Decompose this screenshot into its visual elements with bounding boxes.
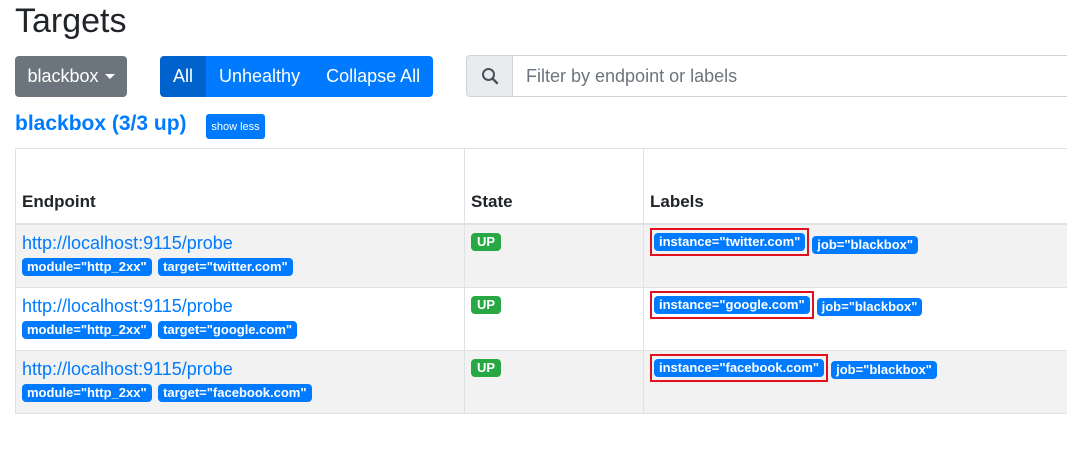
state-cell: UP: [464, 349, 644, 414]
caret-down-icon: [104, 74, 115, 79]
param-badge: module="http_2xx": [22, 383, 152, 402]
label-badge: instance="google.com": [654, 295, 810, 314]
highlight-box: instance="google.com": [650, 290, 814, 319]
label-badge: instance="facebook.com": [654, 358, 825, 377]
labels-cell: instance="facebook.com" job="blackbox": [643, 349, 1067, 414]
param-badge: module="http_2xx": [22, 258, 152, 276]
param-badge: target="google.com": [158, 320, 298, 339]
job-dropdown-label: blackbox: [27, 66, 99, 86]
labels-cell: instance="twitter.com" job="blackbox": [643, 223, 1067, 288]
state-badge: UP: [471, 295, 502, 314]
header-labels: Labels: [643, 148, 1067, 225]
filter-button-group: All Unhealthy Collapse All: [160, 56, 434, 97]
label-badge: job="blackbox": [831, 361, 937, 379]
page-title: Targets: [15, 2, 127, 40]
filter-all-button[interactable]: All: [160, 56, 207, 97]
state-badge: UP: [471, 233, 502, 251]
endpoint-cell: http://localhost:9115/probe module="http…: [15, 286, 465, 351]
endpoint-cell: http://localhost:9115/probe module="http…: [15, 223, 465, 288]
job-dropdown-button[interactable]: blackbox: [15, 56, 127, 97]
endpoint-link[interactable]: http://localhost:9115/probe: [22, 233, 458, 253]
endpoint-cell: http://localhost:9115/probe module="http…: [15, 349, 465, 414]
search-input[interactable]: [512, 55, 1067, 97]
label-badge: job="blackbox": [816, 298, 923, 316]
param-badge: target="facebook.com": [158, 383, 312, 402]
highlight-box: instance="twitter.com": [650, 228, 810, 256]
label-badge: job="blackbox": [812, 235, 919, 254]
header-endpoint: Endpoint: [15, 148, 465, 225]
table-row: http://localhost:9115/probe module="http…: [15, 349, 1067, 414]
param-badge: module="http_2xx": [22, 320, 152, 339]
search-icon: [466, 55, 512, 97]
labels-cell: instance="google.com" job="blackbox": [643, 286, 1067, 351]
show-less-button[interactable]: show less: [206, 114, 265, 139]
param-badge: target="twitter.com": [158, 258, 293, 276]
search-bar: [466, 55, 1067, 97]
filter-unhealthy-button[interactable]: Unhealthy: [206, 56, 314, 97]
targets-table: Endpoint State Labels http://localhost:9…: [15, 148, 1067, 414]
header-state: State: [464, 148, 644, 225]
state-cell: UP: [464, 223, 644, 288]
table-row: http://localhost:9115/probe module="http…: [15, 223, 1067, 288]
endpoint-link[interactable]: http://localhost:9115/probe: [22, 296, 458, 316]
collapse-all-button[interactable]: Collapse All: [313, 56, 434, 97]
state-badge: UP: [471, 358, 502, 377]
target-group-title[interactable]: blackbox (3/3 up): [15, 111, 187, 137]
highlight-box: instance="facebook.com": [650, 353, 829, 382]
endpoint-link[interactable]: http://localhost:9115/probe: [22, 359, 458, 379]
label-badge: instance="twitter.com": [654, 233, 806, 251]
table-row: http://localhost:9115/probe module="http…: [15, 286, 1067, 351]
state-cell: UP: [464, 286, 644, 351]
